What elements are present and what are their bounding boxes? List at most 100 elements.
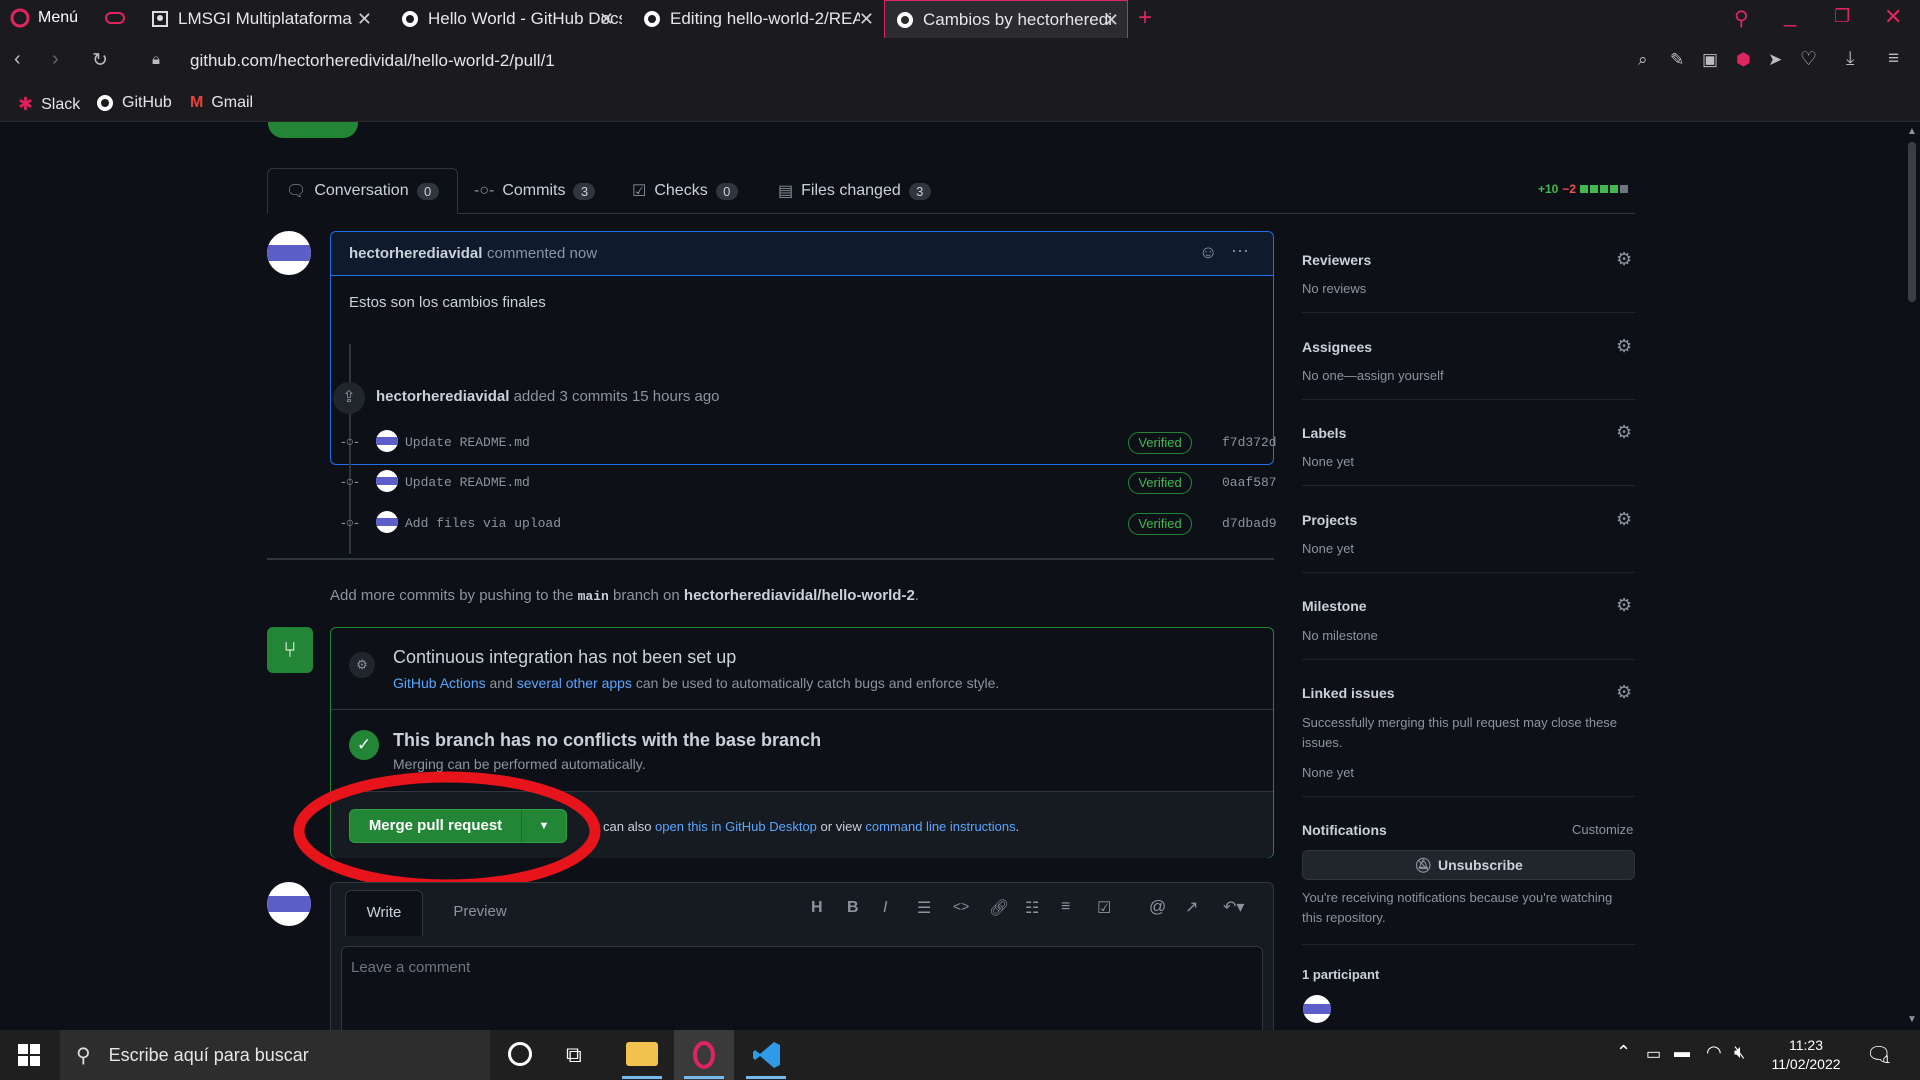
- bold-icon[interactable]: B: [847, 899, 859, 917]
- bookmark-slack[interactable]: ✱ Slack: [18, 94, 80, 115]
- back-icon[interactable]: ‹: [14, 48, 21, 71]
- unordered-list-icon[interactable]: ☷: [1025, 898, 1039, 918]
- assignees-value[interactable]: No one—assign yourself: [1302, 368, 1444, 383]
- scrollbar-thumb[interactable]: [1908, 142, 1916, 302]
- adblock-shield-icon[interactable]: ⬢: [1736, 50, 1751, 70]
- italic-icon[interactable]: I: [883, 899, 887, 917]
- gear-icon[interactable]: ⚙: [1616, 337, 1634, 355]
- new-tab-button[interactable]: +: [1138, 4, 1152, 32]
- opera-taskbar-button[interactable]: [674, 1030, 734, 1080]
- vscode-icon[interactable]: [752, 1040, 782, 1070]
- command-line-link[interactable]: command line instructions: [865, 819, 1015, 834]
- windows-start-icon[interactable]: [18, 1044, 40, 1071]
- download-icon[interactable]: ⤓: [1846, 48, 1854, 70]
- code-icon[interactable]: <>: [953, 898, 969, 914]
- github-desktop-link[interactable]: open this in GitHub Desktop: [655, 819, 817, 834]
- meet-now-icon[interactable]: ▭: [1646, 1044, 1661, 1064]
- avatar[interactable]: [267, 231, 311, 275]
- reload-icon[interactable]: ↻: [92, 49, 108, 72]
- quote-icon[interactable]: ☰: [917, 898, 931, 918]
- avatar[interactable]: [267, 882, 311, 926]
- minimize-button[interactable]: _: [1784, 2, 1796, 28]
- comment-textarea[interactable]: Leave a comment: [341, 946, 1263, 1030]
- participant-avatar[interactable]: [1303, 995, 1331, 1023]
- tab-editing-readme[interactable]: Editing hello-world-2/READ ✕: [632, 0, 882, 38]
- comment-author[interactable]: hectorherediavidal: [349, 245, 482, 262]
- cross-reference-icon[interactable]: ↗: [1185, 897, 1198, 917]
- forward-icon[interactable]: ›: [52, 48, 59, 71]
- task-list-icon[interactable]: ☑: [1097, 898, 1111, 918]
- restore-button[interactable]: ❐: [1834, 6, 1850, 27]
- bookmark-github[interactable]: GitHub: [96, 94, 172, 112]
- assignees-heading[interactable]: Assignees: [1302, 339, 1372, 355]
- commit-message[interactable]: Update README.md: [405, 435, 530, 450]
- ordered-list-icon[interactable]: ≡: [1061, 898, 1070, 916]
- milestone-heading[interactable]: Milestone: [1302, 598, 1367, 614]
- file-explorer-icon[interactable]: [626, 1042, 658, 1066]
- tray-chevron-up-icon[interactable]: ⌃: [1616, 1042, 1631, 1063]
- zoom-icon[interactable]: ⌕: [1638, 50, 1648, 70]
- gear-icon[interactable]: ⚙: [1616, 250, 1634, 268]
- heading-icon[interactable]: H: [811, 899, 823, 917]
- scroll-down-icon[interactable]: ▼: [1907, 1014, 1917, 1025]
- easy-setup-icon[interactable]: ✎: [1670, 50, 1684, 70]
- labels-heading[interactable]: Labels: [1302, 425, 1346, 441]
- tab-close-icon[interactable]: ✕: [1104, 10, 1119, 31]
- snapshot-icon[interactable]: ▣: [1702, 50, 1718, 70]
- browser-menu-button[interactable]: Menú: [10, 8, 78, 28]
- tab-close-icon[interactable]: ✕: [357, 9, 372, 30]
- tab-lmsgi[interactable]: LMSGI Multiplataforma ✕: [140, 0, 380, 38]
- commit-sha[interactable]: 0aaf587: [1222, 475, 1277, 490]
- gear-icon[interactable]: ⚙: [1616, 596, 1634, 614]
- heart-icon[interactable]: ♡: [1800, 48, 1817, 71]
- repo-link[interactable]: hectorherediavidal/hello-world-2: [684, 587, 915, 604]
- taskbar-search-box[interactable]: ⚲ Escribe aquí para buscar: [60, 1030, 490, 1080]
- battery-icon[interactable]: ▬: [1674, 1044, 1690, 1062]
- reviewers-heading[interactable]: Reviewers: [1302, 252, 1371, 268]
- tab-commits[interactable]: -○- Commits 3: [456, 168, 613, 214]
- tab-conversation[interactable]: 🗨︎ Conversation 0: [267, 168, 458, 214]
- gamepad-icon[interactable]: [104, 9, 126, 32]
- kebab-menu-icon[interactable]: ···: [1231, 240, 1249, 261]
- gear-icon[interactable]: ⚙: [1616, 423, 1634, 441]
- linked-issues-heading[interactable]: Linked issues: [1302, 685, 1395, 701]
- avatar[interactable]: [376, 511, 398, 533]
- other-apps-link[interactable]: several other apps: [517, 675, 632, 691]
- saved-replies-icon[interactable]: ↶▾: [1223, 897, 1244, 917]
- smiley-icon[interactable]: ☺: [1199, 242, 1217, 263]
- verified-badge[interactable]: Verified: [1128, 432, 1192, 454]
- avatar[interactable]: [376, 470, 398, 492]
- github-actions-link[interactable]: GitHub Actions: [393, 675, 486, 691]
- link-icon[interactable]: 🔗︎: [989, 898, 1009, 918]
- avatar[interactable]: [376, 430, 398, 452]
- mention-icon[interactable]: @: [1149, 897, 1166, 917]
- url-field[interactable]: github.com/hectorheredividal/hello-world…: [190, 51, 555, 71]
- clock[interactable]: 11:23 11/02/2022: [1770, 1036, 1842, 1074]
- tab-github-docs[interactable]: Hello World - GitHub Docs ✕: [390, 0, 622, 38]
- verified-badge[interactable]: Verified: [1128, 513, 1192, 535]
- easy-files-icon[interactable]: ≡: [1888, 48, 1899, 70]
- close-window-button[interactable]: ✕: [1884, 4, 1902, 30]
- commit-sha[interactable]: d7dbad9: [1222, 516, 1277, 531]
- tab-checks[interactable]: ☑ Checks 0: [614, 168, 756, 214]
- send-icon[interactable]: ➤: [1768, 50, 1782, 70]
- tab-close-icon[interactable]: ✕: [599, 9, 614, 30]
- commit-sha[interactable]: f7d372d: [1222, 435, 1277, 450]
- search-tabs-icon[interactable]: ⚲: [1734, 6, 1749, 31]
- projects-heading[interactable]: Projects: [1302, 512, 1357, 528]
- cortana-icon[interactable]: [508, 1042, 532, 1066]
- bookmark-gmail[interactable]: M Gmail: [190, 94, 253, 112]
- wifi-icon[interactable]: ◠: [1706, 1042, 1722, 1063]
- unsubscribe-button[interactable]: 🔕︎ Unsubscribe: [1302, 850, 1635, 880]
- tab-files-changed[interactable]: ▤ Files changed 3: [760, 168, 949, 214]
- tab-cambios-active[interactable]: Cambios by hectorherediav ✕: [884, 0, 1128, 38]
- tab-write[interactable]: Write: [345, 890, 423, 936]
- tab-close-icon[interactable]: ✕: [859, 9, 874, 30]
- scroll-up-icon[interactable]: ▲: [1907, 126, 1917, 137]
- gear-icon[interactable]: ⚙: [1616, 510, 1634, 528]
- customize-link[interactable]: Customize: [1572, 822, 1633, 837]
- page-scrollbar[interactable]: ▲ ▼: [1904, 122, 1920, 1030]
- event-author[interactable]: hectorherediavidal: [376, 388, 509, 405]
- commit-message[interactable]: Add files via upload: [405, 516, 561, 531]
- gear-icon[interactable]: ⚙: [1616, 683, 1634, 701]
